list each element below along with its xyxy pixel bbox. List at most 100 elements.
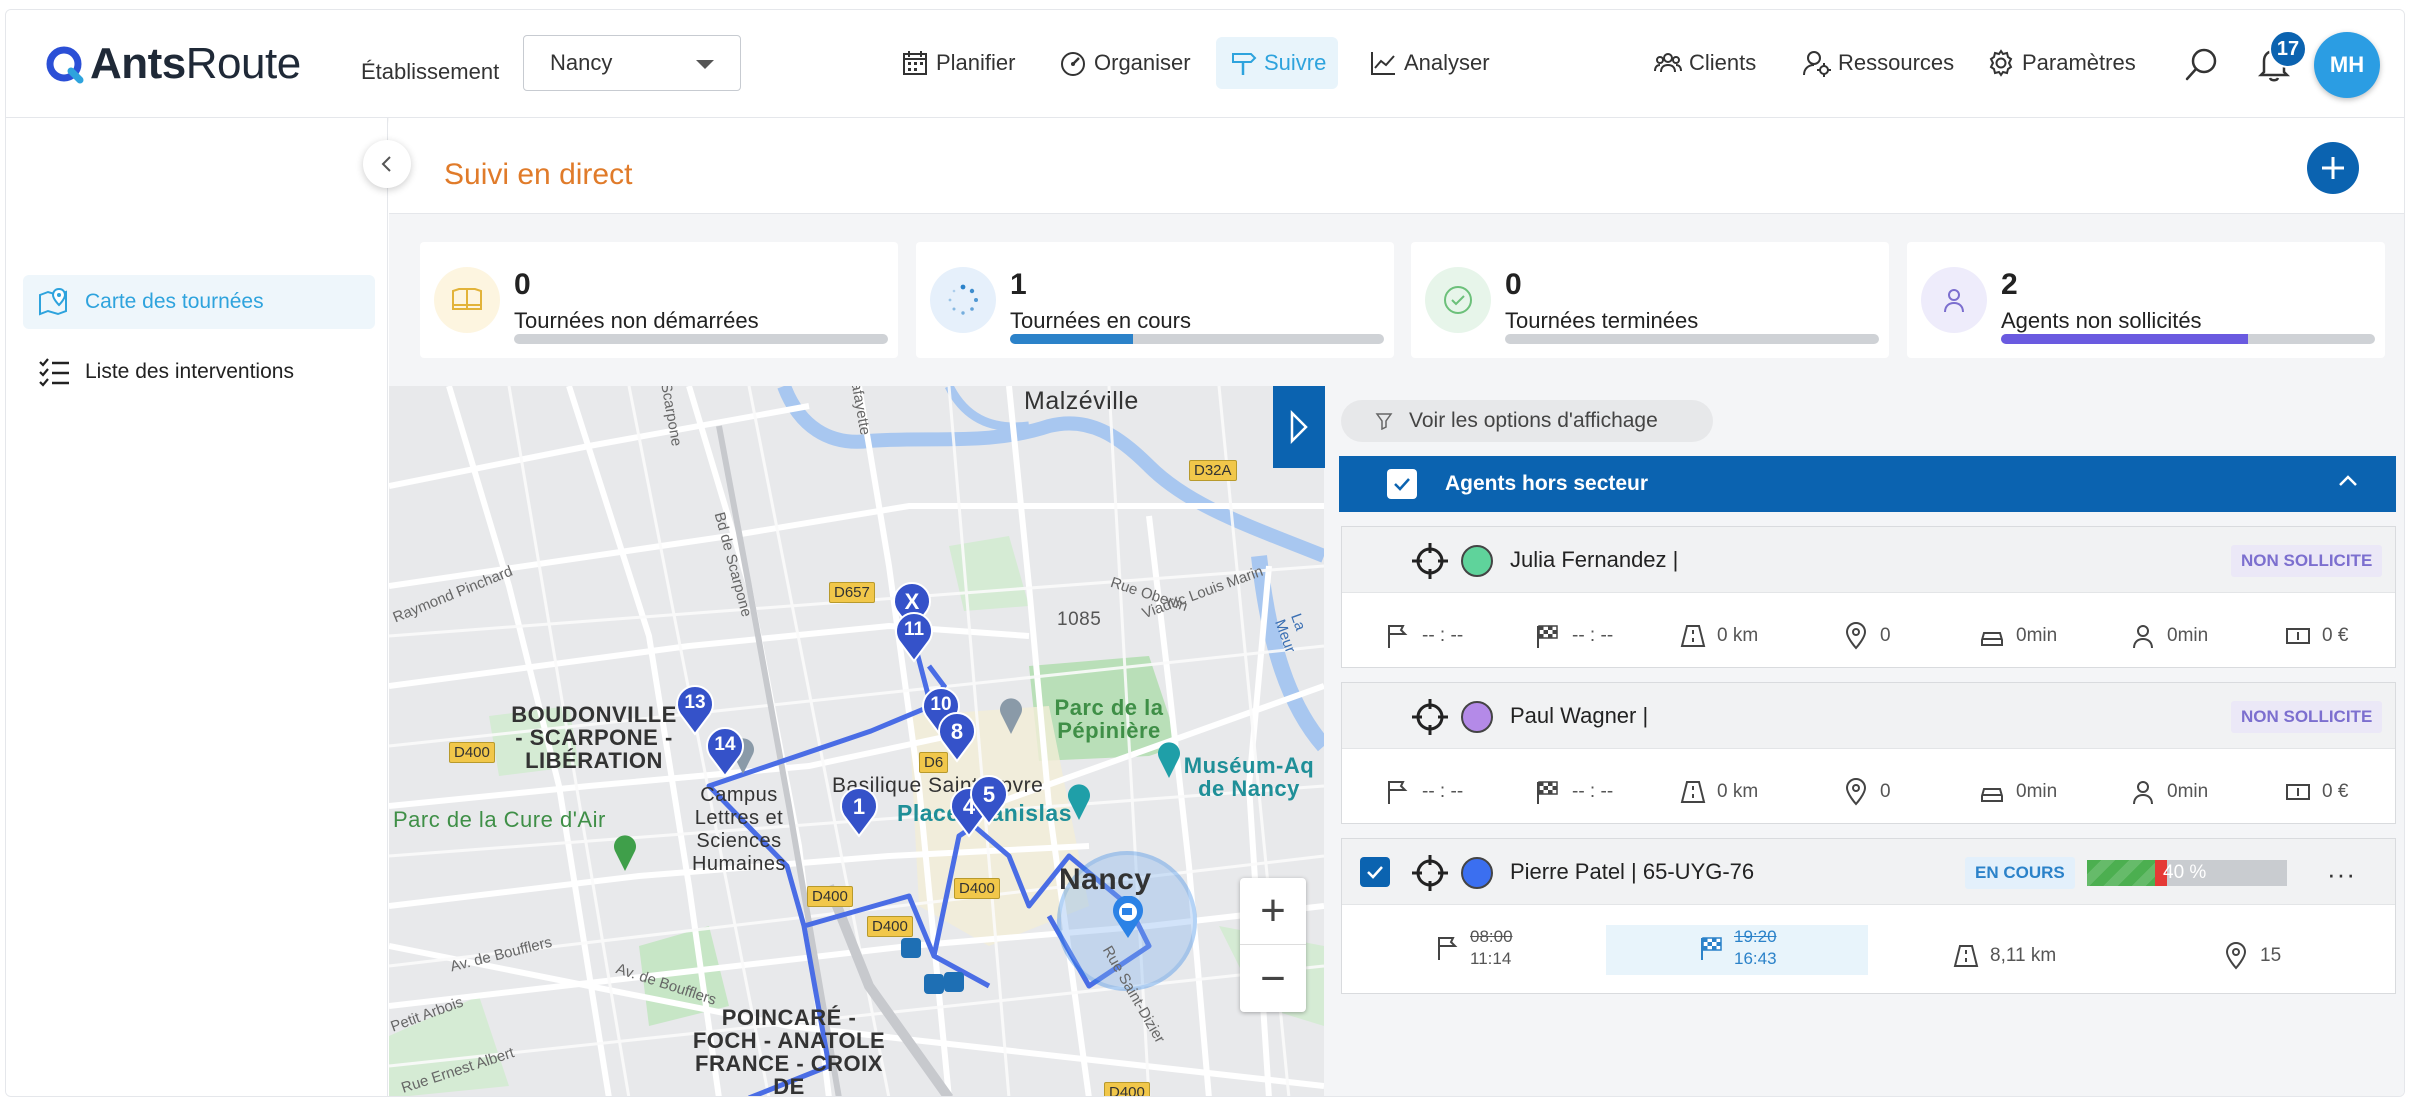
stat-terminees: 0 Tournées terminées	[1411, 242, 1889, 358]
status-badge: NON SOLLICITE	[2231, 701, 2383, 733]
sidebar-item-liste[interactable]: Liste des interventions	[23, 345, 375, 399]
agent-name: Paul Wagner |	[1510, 703, 1649, 728]
person-icon	[2133, 625, 2153, 649]
route-marker-1[interactable]: 1	[839, 786, 879, 838]
stat-label: Tournées non démarrées	[514, 308, 759, 333]
sidebar-item-label: Carte des tournées	[85, 290, 264, 313]
agent-name: Pierre Patel | 65-UYG-76	[1510, 859, 1755, 884]
agent-card-paul[interactable]: Paul Wagner | NON SOLLICITE -- : -- -- :…	[1341, 682, 2396, 824]
zoom-in-button[interactable]: +	[1240, 878, 1306, 945]
progress-done	[2087, 860, 2155, 886]
map-label-nancy: Nancy	[1059, 863, 1152, 896]
more-options-button[interactable]: ···	[2327, 859, 2356, 890]
actual-start: 11:14	[1470, 949, 1512, 968]
stat-value: 1	[1010, 268, 1027, 301]
zoom-control: + −	[1240, 878, 1306, 1012]
ticket-icon	[2286, 784, 2310, 800]
user-icon	[1921, 267, 1987, 333]
group-agents-hors-secteur[interactable]: Agents hors secteur	[1339, 456, 2396, 512]
road-shield: D400	[954, 878, 1000, 899]
stat-progress	[514, 334, 888, 344]
toggle-panel-button[interactable]	[1273, 386, 1325, 468]
notification-badge[interactable]: 17	[2269, 30, 2307, 68]
vehicle-marker-icon[interactable]	[1111, 896, 1145, 940]
map-label-pepiniere: Parc de la Pépinière	[1054, 695, 1164, 743]
display-options-button[interactable]: Voir les options d'affichage	[1341, 400, 1713, 442]
metric-value: 0 km	[1717, 781, 1759, 802]
route-marker-14[interactable]: 14	[705, 726, 745, 778]
person-icon	[2133, 781, 2153, 805]
nav-label: Suivre	[1264, 50, 1327, 75]
metric-cost: 0 €	[2284, 775, 2348, 809]
zoom-out-button[interactable]: −	[1240, 945, 1306, 1012]
locate-target-icon[interactable]	[1410, 697, 1450, 737]
play-arrow-icon	[1290, 410, 1308, 444]
nav-parametres[interactable]: Paramètres	[1974, 37, 2148, 89]
agent-color-dot	[1461, 545, 1493, 577]
finish-flag-icon	[1537, 625, 1558, 648]
user-avatar[interactable]: MH	[2314, 32, 2380, 98]
nav-label: Analyser	[1404, 50, 1490, 75]
group-label: Agents hors secteur	[1445, 472, 1649, 495]
road-icon	[1953, 945, 1979, 967]
metric-value: 0	[1880, 781, 1891, 802]
time-end: 19:20 16:43	[1698, 923, 1777, 973]
filter-icon	[1375, 413, 1393, 430]
agent-checkbox[interactable]	[1360, 857, 1390, 887]
stat-progress-fill	[1010, 334, 1134, 344]
metric-value: 0	[1880, 625, 1891, 646]
time-start: 08:00 11:14	[1434, 923, 1513, 973]
marker-label: 5	[982, 782, 996, 807]
map-view[interactable]: Malzéville BOUDONVILLE - SCARPONE - LIBÉ…	[389, 386, 1324, 1096]
nav-ressources[interactable]: Ressources	[1790, 37, 1966, 89]
signpost-icon	[1232, 53, 1257, 75]
nav-analyser[interactable]: Analyser	[1356, 37, 1502, 89]
estimated-end: 16:43	[1734, 949, 1777, 968]
locate-target-icon[interactable]	[1410, 541, 1450, 581]
nav-label: Clients	[1689, 50, 1757, 75]
stat-en-cours: 1 Tournées en cours	[916, 242, 1394, 358]
nav-organiser[interactable]: Organiser	[1046, 37, 1203, 89]
agent-card-pierre[interactable]: Pierre Patel | 65-UYG-76 EN COURS 40 % ·…	[1341, 838, 2396, 994]
etablissement-select[interactable]: Nancy	[523, 35, 741, 91]
sidebar-item-carte[interactable]: Carte des tournées	[23, 275, 375, 329]
metric-stops: 15	[2222, 939, 2281, 973]
locate-target-icon[interactable]	[1410, 853, 1450, 893]
route-marker-11[interactable]: 11	[894, 611, 934, 663]
finish-flag-icon	[1701, 937, 1722, 960]
nav-label: Organiser	[1094, 50, 1191, 75]
marker-label: 14	[714, 734, 736, 755]
chevron-left-icon	[381, 156, 391, 172]
etablissement-label: Établissement	[361, 59, 500, 84]
nav-clients[interactable]: Clients	[1641, 37, 1768, 89]
search-icon[interactable]	[2184, 46, 2220, 82]
route-marker-5[interactable]: 5	[969, 774, 1009, 826]
agent-color-dot	[1461, 701, 1493, 733]
nav-suivre[interactable]: Suivre	[1216, 37, 1339, 89]
metric-stops: 0	[1842, 619, 1891, 653]
route-marker-8[interactable]: 8	[937, 711, 977, 763]
metric-value: -- : --	[1572, 781, 1614, 802]
map-label-cure-dair: Parc de la Cure d'Air	[393, 807, 606, 832]
checklist-icon	[39, 358, 69, 387]
nav-label: Ressources	[1838, 50, 1955, 75]
collapse-sidebar-button[interactable]	[363, 140, 411, 188]
logo-text: AntsRoute	[90, 39, 301, 88]
road-shield: D657	[829, 582, 875, 603]
map-label-boudonville: BOUDONVILLE - SCARPONE - LIBÉRATION	[511, 702, 677, 773]
check-icon	[1394, 478, 1410, 491]
nav-planifier[interactable]: Planifier	[888, 37, 1027, 89]
main-content: Suivi en direct 0 Tournées non démarrées…	[389, 118, 2404, 1096]
agent-card-julia[interactable]: Julia Fernandez | NON SOLLICITE -- : -- …	[1341, 526, 2396, 668]
add-button[interactable]	[2307, 142, 2359, 194]
stat-progress	[1505, 334, 1879, 344]
metric-cost: 0 €	[2284, 619, 2348, 653]
metric-value: -- : --	[1422, 625, 1464, 646]
logo[interactable]: AntsRoute	[44, 39, 301, 88]
gauge-icon	[1061, 52, 1085, 76]
stat-label: Tournées en cours	[1010, 308, 1191, 333]
group-checkbox[interactable]	[1387, 469, 1417, 499]
chevron-up-icon[interactable]	[2338, 474, 2358, 488]
plus-icon	[2322, 157, 2344, 179]
sidebar: Carte des tournées Liste des interventio…	[6, 118, 388, 1096]
